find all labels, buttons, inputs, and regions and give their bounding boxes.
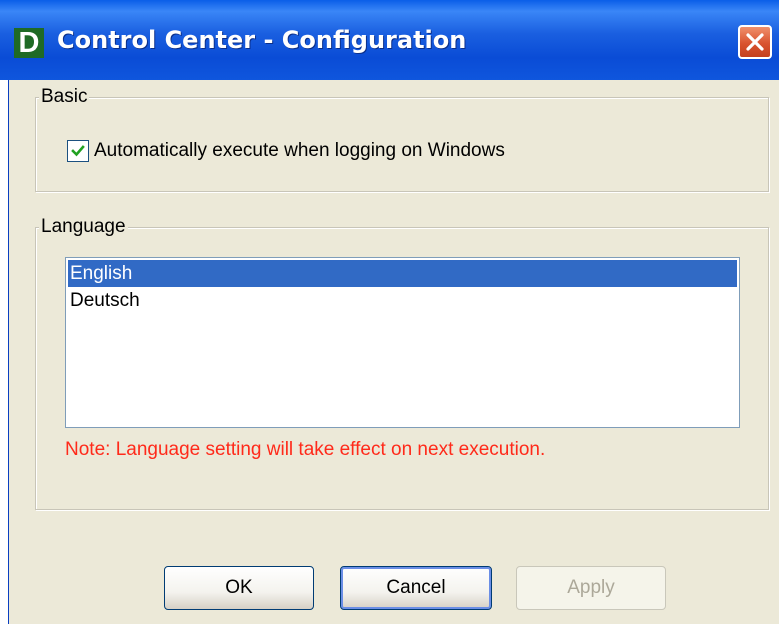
language-note: Note: Language setting will take effect …: [65, 439, 546, 460]
config-dialog: D Control Center - Configuration Basic A…: [0, 0, 779, 624]
title-bar[interactable]: D Control Center - Configuration: [0, 0, 779, 80]
window-title: Control Center - Configuration: [57, 26, 467, 54]
cancel-button[interactable]: Cancel: [340, 566, 492, 610]
checkmark-icon: [71, 145, 85, 157]
language-listbox[interactable]: English Deutsch: [65, 257, 740, 428]
language-option-deutsch[interactable]: Deutsch: [68, 287, 737, 314]
dialog-body: Basic Automatically execute when logging…: [8, 80, 779, 624]
close-button[interactable]: [738, 25, 772, 59]
ok-button[interactable]: OK: [164, 566, 314, 610]
auto-execute-checkbox[interactable]: [67, 140, 89, 162]
auto-execute-label[interactable]: Automatically execute when logging on Wi…: [94, 140, 505, 162]
language-group-label: Language: [39, 216, 128, 238]
language-option-english[interactable]: English: [68, 260, 737, 287]
apply-button[interactable]: Apply: [516, 566, 666, 610]
close-icon: [746, 33, 764, 51]
basic-group-label: Basic: [39, 86, 90, 108]
app-logo-icon: D: [14, 28, 44, 58]
